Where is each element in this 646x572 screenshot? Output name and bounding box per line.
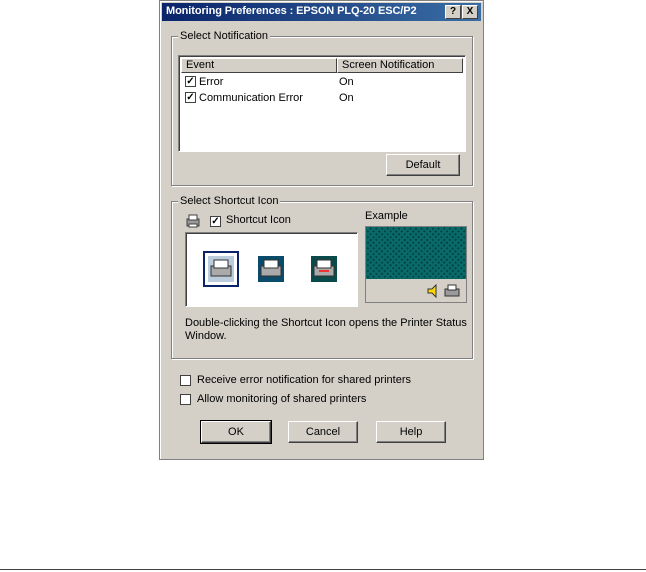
- close-button[interactable]: X: [462, 5, 478, 19]
- printer-icon: [311, 256, 337, 282]
- tray-printer-icon: [444, 284, 460, 297]
- shared-error-checkbox[interactable]: [180, 375, 191, 386]
- select-shortcut-icon-label: Select Shortcut Icon: [178, 195, 281, 207]
- communication-error-checkbox[interactable]: ✓: [185, 92, 196, 103]
- page-divider: [0, 569, 646, 570]
- printer-icon: [186, 214, 200, 228]
- column-header-event[interactable]: Event: [181, 58, 337, 73]
- list-item[interactable]: ✓ Error On: [183, 74, 463, 90]
- error-checkbox[interactable]: ✓: [185, 76, 196, 87]
- shortcut-icon-option-2[interactable]: [258, 256, 284, 282]
- event-list[interactable]: Event Screen Notification ✓ Error On ✓ C…: [178, 55, 466, 152]
- printer-icon: [208, 256, 234, 282]
- shared-monitor-label: Allow monitoring of shared printers: [197, 393, 367, 405]
- help-button[interactable]: Help: [376, 421, 446, 443]
- speaker-icon: [427, 283, 437, 299]
- shortcut-icon-checkbox[interactable]: ✓: [210, 216, 221, 227]
- select-notification-label: Select Notification: [178, 30, 271, 42]
- event-name: Error: [199, 76, 224, 88]
- shortcut-description-line-1: Double-clicking the Shortcut Icon opens …: [185, 317, 467, 329]
- ok-button[interactable]: OK: [200, 420, 272, 444]
- shortcut-icon-picker[interactable]: [185, 232, 358, 307]
- example-label: Example: [365, 210, 408, 222]
- event-value: On: [339, 92, 354, 104]
- shared-monitor-checkbox[interactable]: [180, 394, 191, 405]
- event-name: Communication Error: [199, 92, 303, 104]
- select-shortcut-icon-group: Select Shortcut Icon ✓ Shortcut Icon Exa…: [171, 195, 473, 359]
- printer-icon: [258, 256, 284, 282]
- event-value: On: [339, 76, 354, 88]
- shortcut-icon-option-3[interactable]: [311, 256, 337, 282]
- shared-error-label: Receive error notification for shared pr…: [197, 374, 411, 386]
- cancel-button[interactable]: Cancel: [288, 421, 358, 443]
- help-title-button[interactable]: ?: [445, 5, 461, 19]
- list-item[interactable]: ✓ Communication Error On: [183, 90, 463, 106]
- window-title: Monitoring Preferences : EPSON PLQ-20 ES…: [166, 5, 417, 17]
- shortcut-description-line-2: Window.: [185, 330, 227, 342]
- default-button[interactable]: Default: [386, 154, 460, 176]
- title-bar[interactable]: Monitoring Preferences : EPSON PLQ-20 ES…: [162, 3, 481, 21]
- shortcut-icon-option-1[interactable]: [203, 251, 239, 287]
- select-notification-group: Select Notification Event Screen Notific…: [171, 30, 473, 186]
- monitoring-preferences-dialog: Monitoring Preferences : EPSON PLQ-20 ES…: [159, 0, 484, 460]
- shortcut-icon-label: Shortcut Icon: [226, 214, 291, 226]
- column-header-screen-notification[interactable]: Screen Notification: [337, 58, 463, 73]
- example-preview: [365, 226, 467, 303]
